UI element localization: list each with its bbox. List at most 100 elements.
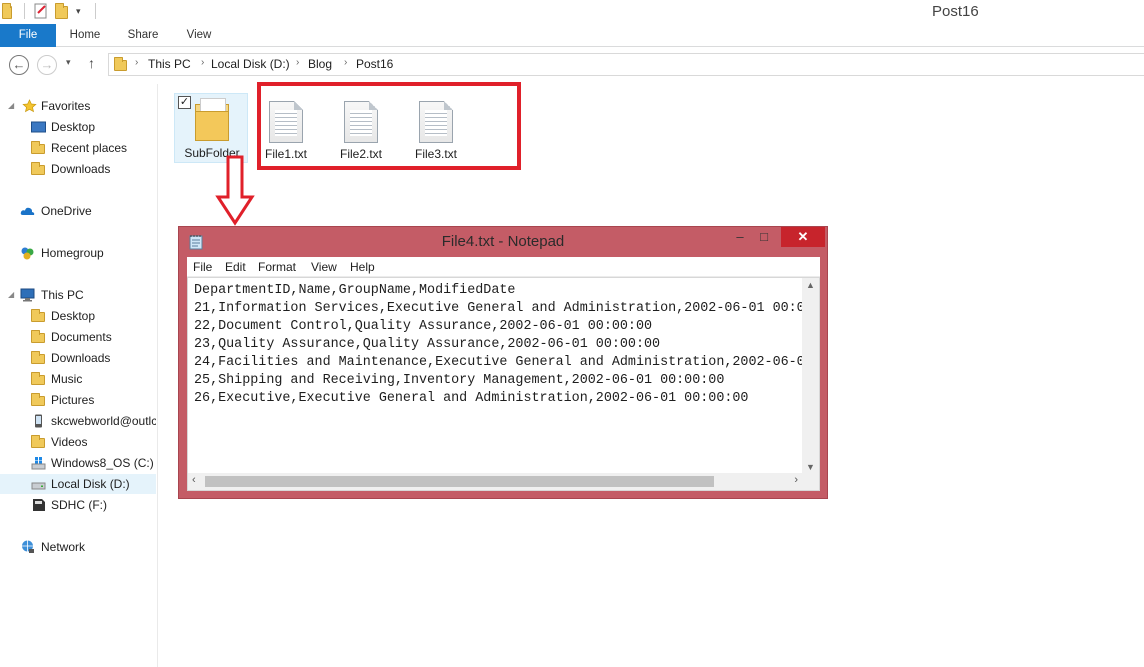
sidebar-item-documents[interactable]: Documents (0, 327, 156, 347)
sidebar-item-downloads[interactable]: Downloads (0, 159, 156, 179)
text-line: 24,Facilities and Maintenance,Executive … (194, 355, 802, 370)
scroll-right-icon[interactable]: › (794, 474, 798, 486)
folder-icon (31, 393, 46, 407)
windows-drive-icon (31, 457, 46, 470)
annotation-highlight-box (257, 82, 521, 170)
menu-file[interactable]: File (193, 260, 212, 274)
sidebar-item-network[interactable]: Network (0, 537, 156, 557)
breadcrumb-separator-icon: › (344, 57, 348, 68)
address-bar[interactable]: › This PC › Local Disk (D:) › Blog › Pos… (108, 53, 1144, 76)
sidebar-item-onedrive[interactable]: OneDrive (0, 201, 156, 221)
sidebar-item-label: Favorites (41, 99, 91, 113)
text-line: 23,Quality Assurance,Quality Assurance,2… (194, 337, 661, 352)
breadcrumb-post16[interactable]: Post16 (356, 57, 393, 71)
sidebar-item-label: Windows8_OS (C:) (51, 456, 154, 470)
sidebar-item-music[interactable]: Music (0, 369, 156, 389)
drive-icon (31, 482, 46, 490)
navigation-pane: ◢ Favorites Desktop Recent places Downlo… (0, 84, 158, 667)
sidebar-item-this-pc[interactable]: ◢ This PC (0, 285, 156, 305)
sidebar-item-homegroup[interactable]: Homegroup (0, 243, 156, 263)
cloud-icon (20, 207, 35, 215)
sidebar-item-pc-desktop[interactable]: Desktop (0, 306, 156, 326)
text-line: 22,Document Control,Quality Assurance,20… (194, 319, 653, 334)
folder-icon (31, 351, 46, 365)
navigation-bar: ← → ▾ ↑ › This PC › Local Disk (D:) › Bl… (0, 47, 1144, 84)
sidebar-item-label: Videos (51, 435, 88, 449)
sidebar-item-pictures[interactable]: Pictures (0, 390, 156, 410)
folder-icon (31, 309, 46, 323)
file-item-subfolder[interactable]: ✓ SubFolder (174, 93, 248, 163)
sidebar-item-recent-places[interactable]: Recent places (0, 138, 156, 158)
scroll-left-icon[interactable]: ‹ (192, 474, 196, 486)
window-title: Post16 (932, 3, 979, 20)
sidebar-item-label: skcwebworld@outlc (51, 414, 156, 428)
homegroup-icon (21, 247, 34, 260)
customize-toolbar-icon[interactable]: ▾ (76, 3, 92, 19)
folder-icon (31, 330, 46, 344)
folder-icon (2, 3, 18, 19)
folder-icon (31, 435, 46, 449)
computer-icon (20, 288, 35, 302)
checkbox-checked-icon[interactable]: ✓ (178, 96, 191, 109)
up-button[interactable]: ↑ (88, 55, 95, 71)
sidebar-item-pc-downloads[interactable]: Downloads (0, 348, 156, 368)
sidebar-item-label: SDHC (F:) (51, 498, 107, 512)
text-line: 26,Executive,Executive General and Admin… (194, 391, 749, 406)
sidebar-item-label: Documents (51, 330, 112, 344)
expand-chevron-icon[interactable]: ◢ (8, 285, 14, 305)
expand-chevron-icon[interactable]: ◢ (8, 96, 14, 116)
notepad-window[interactable]: File4.txt - Notepad – □ ✕ File Edit Form… (178, 226, 828, 499)
menu-edit[interactable]: Edit (225, 260, 246, 274)
sidebar-item-label: This PC (41, 288, 84, 302)
tab-share[interactable]: Share (120, 24, 166, 47)
sidebar-item-videos[interactable]: Videos (0, 432, 156, 452)
network-icon (22, 540, 34, 553)
sidebar-item-label: Local Disk (D:) (51, 477, 130, 491)
breadcrumb-local-disk[interactable]: Local Disk (D:) (211, 57, 290, 71)
star-icon (22, 99, 37, 113)
scroll-down-icon[interactable]: ▼ (806, 462, 815, 472)
breadcrumb-separator-icon: › (201, 57, 205, 68)
tab-home[interactable]: Home (62, 24, 108, 47)
close-button[interactable]: ✕ (781, 227, 825, 247)
scroll-up-icon[interactable]: ▲ (806, 280, 815, 290)
title-bar: ▾ Post16 (0, 0, 1144, 24)
minimize-button[interactable]: – (727, 227, 753, 247)
notepad-content[interactable]: DepartmentID,Name,GroupName,ModifiedDate… (194, 282, 802, 454)
scroll-corner (802, 473, 819, 490)
folder-icon (113, 57, 129, 72)
ribbon: File Home Share View (0, 24, 1144, 47)
properties-icon[interactable] (33, 3, 49, 19)
tab-file[interactable]: File (0, 24, 56, 47)
menu-help[interactable]: Help (350, 260, 375, 274)
notepad-title-bar[interactable]: File4.txt - Notepad – □ ✕ (179, 227, 827, 257)
recent-places-icon (31, 141, 46, 155)
forward-button[interactable]: → (37, 55, 57, 75)
sidebar-item-drive-c[interactable]: Windows8_OS (C:) (0, 453, 156, 473)
breadcrumb-this-pc[interactable]: This PC (148, 57, 191, 71)
folder-icon (195, 98, 229, 141)
breadcrumb-blog[interactable]: Blog (308, 57, 332, 71)
horizontal-scrollbar[interactable]: ‹ › (188, 473, 803, 490)
menu-format[interactable]: Format (258, 260, 296, 274)
sidebar-item-favorites[interactable]: ◢ Favorites (0, 96, 156, 116)
sidebar-item-drive-d[interactable]: Local Disk (D:) (0, 474, 156, 494)
sidebar-item-desktop[interactable]: Desktop (0, 117, 156, 137)
sidebar-item-drive-f[interactable]: SDHC (F:) (0, 495, 156, 515)
notepad-text-area[interactable]: DepartmentID,Name,GroupName,ModifiedDate… (187, 277, 820, 491)
sidebar-item-label: Downloads (51, 351, 111, 365)
desktop-icon (31, 121, 46, 133)
breadcrumb-separator-icon: › (135, 57, 139, 68)
back-button[interactable]: ← (9, 55, 29, 75)
notepad-menu-bar: File Edit Format View Help (187, 257, 820, 277)
menu-view[interactable]: View (311, 260, 337, 274)
recent-locations-button[interactable]: ▾ (66, 57, 71, 68)
vertical-scrollbar[interactable]: ▲ ▼ (802, 278, 819, 474)
tab-view[interactable]: View (176, 24, 222, 47)
sidebar-item-label: Music (51, 372, 83, 386)
sidebar-item-label: Network (41, 540, 86, 554)
horizontal-scroll-thumb[interactable] (205, 476, 714, 487)
sidebar-item-phone[interactable]: skcwebworld@outlc (0, 411, 156, 431)
new-folder-icon[interactable] (54, 3, 70, 19)
maximize-button[interactable]: □ (753, 227, 775, 247)
